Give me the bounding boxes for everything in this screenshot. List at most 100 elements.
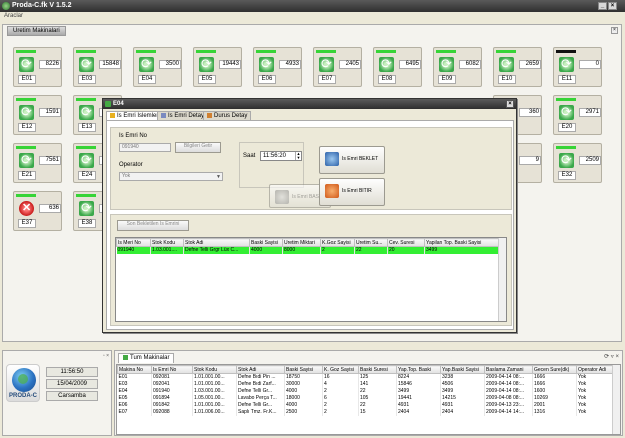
list-column-header[interactable]: Stok Kodu [192,365,237,374]
grid-column-header[interactable]: Baski Sayisi [249,238,283,247]
machine-tile[interactable]: 8226E01 [13,47,62,87]
grid-column-header[interactable]: Stok Kodu [150,238,184,247]
list-cell: 2404 [440,408,485,416]
recycle-icon [259,56,274,72]
bilgileri-getir-button[interactable]: Bilgileri Getir [175,142,221,153]
list-cell: Saplı Tmz. Fr.K... [236,408,285,416]
list-item[interactable]: E03 092041 1.01.001.00... Defne Bıdi Zarf..… [117,380,615,388]
panel-close-button[interactable]: × [611,27,618,34]
machine-tile[interactable]: 19443E05 [193,47,242,87]
list-column-header[interactable]: Stok Adi [236,365,285,374]
machine-tile[interactable]: 15848E03 [73,47,122,87]
machine-value: 2659 [519,60,541,69]
list-cell: 2 [322,408,359,416]
list-column-header[interactable]: Yap.Baski Sayisi [440,365,485,374]
machine-tile[interactable]: 1591E12 [13,95,62,135]
status-badge [16,194,36,197]
dialog-close-button[interactable]: × [506,100,514,108]
list-item[interactable]: E04 091940 1.03.001.00... Defne Telli Gr...… [117,387,615,395]
list-column-header[interactable]: K. Goz Sayisi [322,365,359,374]
machine-label: E11 [558,75,576,84]
machine-tile[interactable]: 7561E21 [13,143,62,183]
grid-scrollbar[interactable] [498,238,506,321]
list-column-header[interactable]: Baslama Zamani [484,365,533,374]
close-window-button[interactable]: × [608,2,617,10]
list-column-header[interactable]: Baski Sayisi [284,365,323,374]
status-badge [556,146,576,149]
list-cell: 092088 [151,408,193,416]
list-cell: Yok [576,373,615,381]
grid-column-header[interactable]: Cev. Suresi [387,238,425,247]
machine-tile[interactable]: 2405E07 [313,47,362,87]
machine-tile[interactable]: 6495E08 [373,47,422,87]
list-cell: 092081 [151,373,193,381]
list-cell: 22 [358,387,397,395]
machine-tile[interactable]: 2659E10 [493,47,542,87]
status-badge [496,50,516,53]
machine-label: E01 [18,75,36,84]
machine-label: E13 [78,123,96,132]
list-column-header[interactable]: Baski Suresi [358,365,397,374]
machine-value: 2509 [579,156,601,165]
list-cell: Yok [576,380,615,388]
machine-tile[interactable]: 2509E32 [553,143,602,183]
list-cell: 1.01.006.00... [192,408,237,416]
minimize-button[interactable]: _ [598,2,607,10]
son-bekletilen-button[interactable]: Son Bekletilen Is Emrini [117,220,189,231]
time-spinner[interactable]: ▲ ▼ [295,152,301,160]
list-cell: 1666 [532,380,577,388]
list-scrollbar[interactable] [612,365,620,434]
list-column-header[interactable]: Operator Adi [576,365,615,374]
is-emri-list-group: Son Bekletilen Is Emrini Is Meri No Stok … [110,214,512,326]
machine-value: 3500 [159,60,181,69]
machine-tile[interactable]: 3500E04 [133,47,182,87]
list-cell: 2009-04-14 14:... [484,408,533,416]
machine-label: E21 [18,171,36,180]
list-cell: 1.05.001.00... [192,394,237,402]
tab-tum-makinalar[interactable]: Tum Makinalar [118,353,175,363]
status-badge [556,98,576,101]
list-column-header[interactable]: Yap.Top. Baski [396,365,441,374]
list-cell: 2500 [284,408,323,416]
list-cell: 2001 [532,401,577,409]
machine-tile[interactable]: 2971E20 [553,95,602,135]
grid-column-header[interactable]: Is Meri No [116,238,151,247]
list-item[interactable]: E01 092081 1.01.001.00... Defne Bıdi Pin ..… [117,373,615,381]
grid-column-header[interactable]: Yapilan Top. Baski Sayisi [424,238,500,247]
grid-column-header[interactable]: Uretim Miktari [282,238,321,247]
menu-araclar[interactable]: Araclar [4,13,23,19]
is-emri-beklet-button[interactable]: Is Emri BEKLET [319,146,385,174]
recycle-icon [559,104,574,120]
tab-uretim-makinalari[interactable]: Uretim Makinalari [7,26,66,36]
list-item[interactable]: E05 091894 1.05.001.00... Lavabo Perça T...… [117,394,615,402]
machine-value: 19443 [219,60,241,69]
machine-label: E37 [18,219,36,228]
machine-tile[interactable]: 636E37 [13,191,62,231]
table-row[interactable]: 091940 1.03.001.... Defne Telli Grgr Lüx C… [116,246,500,254]
grid-column-header[interactable]: Uretim Su... [354,238,388,247]
list-column-header[interactable]: Gecen Sure(dk) [532,365,577,374]
panel-pin-icon[interactable]: ▫ × [103,353,109,359]
list-cell: Yok [576,387,615,395]
grid-column-header[interactable]: K.Goz Sayisi [320,238,355,247]
operator-select[interactable]: Yok ▼ [119,172,223,181]
machine-tile[interactable]: 4933E06 [253,47,302,87]
tab-is-emri-detay[interactable]: Is Emri Detay [157,111,209,120]
pencil-icon [110,113,115,118]
machine-tile[interactable]: 6082E09 [433,47,482,87]
tab-durus-detay[interactable]: Durus Detay [203,111,252,120]
machine-tile[interactable]: 0E11 [553,47,602,87]
grid-column-header[interactable]: Stok Adi [183,238,250,247]
saat-input[interactable]: 11:56:20 ▲ ▼ [260,151,302,161]
is-emri-label: Is Emri No [119,133,148,139]
is-emri-input[interactable]: 091940 [119,143,171,152]
status-badge [76,194,96,197]
list-item[interactable]: E07 092088 1.01.006.00... Saplı Tmz. Fr.K..… [117,408,615,416]
is-emri-bitir-button[interactable]: Is Emri BITIR [319,178,385,206]
list-column-header[interactable]: Makina No [117,365,152,374]
machine-value: 0 [579,60,601,69]
list-item[interactable]: E06 091842 1.01.001.00... Defne Telli Gr...… [117,401,615,409]
panel-refresh-icon[interactable]: ⟳ ▿ × [604,353,619,360]
is-emri-group: Is Emri No 091940 Bilgileri Getir Operat… [110,127,512,210]
list-column-header[interactable]: Is Emri No [151,365,193,374]
